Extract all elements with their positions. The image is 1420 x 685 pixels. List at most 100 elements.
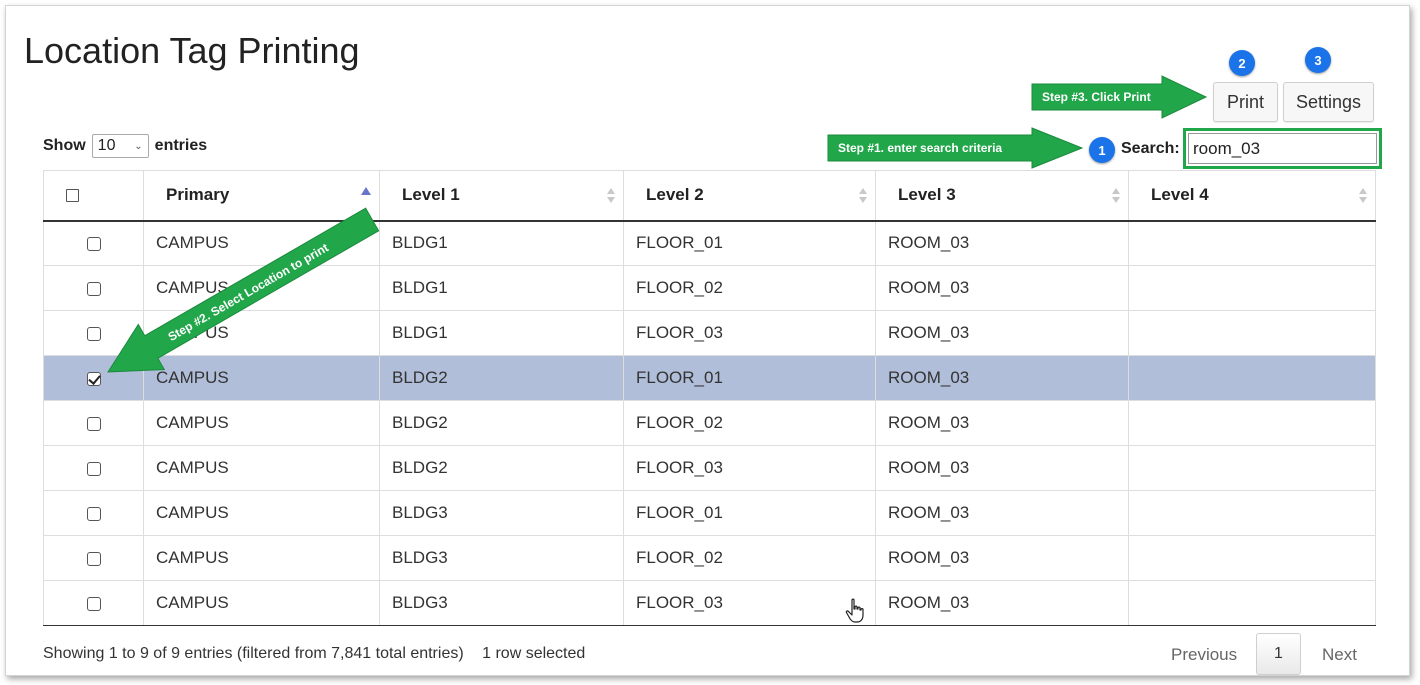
row-checkbox[interactable] [86, 506, 101, 521]
row-select-cell [43, 490, 144, 536]
step3-annotation-text: Step #3. Click Print [1042, 90, 1151, 104]
row-select-cell [43, 580, 144, 626]
row-checkbox[interactable] [86, 236, 101, 251]
cell-level-1: BLDG3 [379, 535, 624, 581]
cell-level-4 [1128, 490, 1376, 536]
cell-level-3: ROOM_03 [875, 265, 1129, 311]
cell-level-4 [1128, 310, 1376, 356]
row-checkbox[interactable] [86, 551, 101, 566]
step-badge-one: 1 [1089, 137, 1115, 163]
step1-annotation-text: Step #1. enter search criteria [838, 141, 1002, 155]
cell-level-1: BLDG2 [379, 355, 624, 401]
sort-both-icon [1112, 188, 1120, 204]
table-row[interactable]: CAMPUS BLDG3 FLOOR_03 ROOM_03 [43, 580, 1376, 626]
cell-primary: CAMPUS [143, 535, 380, 581]
settings-button[interactable]: Settings [1283, 82, 1374, 122]
sort-both-icon [1359, 188, 1367, 204]
cell-level-4 [1128, 355, 1376, 401]
column-header-level-1[interactable]: Level 1 [379, 170, 624, 222]
cell-primary: CAMPUS [143, 445, 380, 491]
row-select-cell [43, 535, 144, 581]
table-row[interactable]: CAMPUS BLDG3 FLOOR_01 ROOM_03 [43, 490, 1376, 536]
step1-annotation-arrow: Step #1. enter search criteria [827, 127, 1084, 169]
cell-level-4 [1128, 580, 1376, 626]
table-info: Showing 1 to 9 of 9 entries (filtered fr… [43, 645, 585, 663]
cell-level-1: BLDG3 [379, 490, 624, 536]
page-length-select[interactable]: 10 ⌄ [91, 134, 149, 158]
cell-level-4 [1128, 535, 1376, 581]
column-header-level-4[interactable]: Level 4 [1128, 170, 1376, 222]
cell-level-2: FLOOR_01 [623, 220, 876, 266]
pagination-page-1[interactable]: 1 [1256, 633, 1301, 675]
row-checkbox[interactable] [86, 326, 101, 341]
search-highlight-box [1183, 128, 1382, 169]
search-input[interactable] [1188, 133, 1377, 164]
cell-level-3: ROOM_03 [875, 355, 1129, 401]
page-title: Location Tag Printing [24, 30, 360, 71]
cell-level-2: FLOOR_02 [623, 400, 876, 446]
row-checkbox[interactable] [86, 596, 101, 611]
column-header-label: Level 2 [646, 185, 704, 205]
print-button[interactable]: Print [1213, 82, 1278, 122]
sort-both-icon [859, 188, 867, 204]
row-checkbox[interactable] [86, 461, 101, 476]
column-header-label: Primary [166, 185, 230, 205]
selected-count-text: 1 row selected [482, 645, 586, 662]
table-row[interactable]: CAMPUS BLDG2 FLOOR_03 ROOM_03 [43, 445, 1376, 491]
cell-level-2: FLOOR_02 [623, 535, 876, 581]
cell-level-1: BLDG2 [379, 400, 624, 446]
cell-level-3: ROOM_03 [875, 220, 1129, 266]
step-badge-two: 2 [1229, 50, 1255, 76]
row-checkbox[interactable] [86, 281, 101, 296]
cell-level-4 [1128, 400, 1376, 446]
step3-annotation-arrow: Step #3. Click Print [1031, 75, 1208, 119]
cell-primary: CAMPUS [143, 580, 380, 626]
cell-primary: CAMPUS [143, 400, 380, 446]
row-select-cell [43, 445, 144, 491]
table-row[interactable]: CAMPUS BLDG3 FLOOR_02 ROOM_03 [43, 535, 1376, 581]
sort-both-icon [607, 188, 615, 204]
cell-level-3: ROOM_03 [875, 535, 1129, 581]
pagination-previous[interactable]: Previous [1171, 645, 1237, 665]
select-all-checkbox[interactable] [66, 189, 79, 203]
hand-pointer-icon [845, 598, 864, 623]
cell-primary: CAMPUS [143, 490, 380, 536]
length-menu: Show 10 ⌄ entries [43, 134, 207, 158]
cell-level-2: FLOOR_01 [623, 355, 876, 401]
table-info-text: Showing 1 to 9 of 9 entries (filtered fr… [43, 645, 464, 662]
column-header-primary[interactable]: Primary [143, 170, 380, 222]
step-badge-three: 3 [1305, 47, 1331, 73]
step2-annotation-text: Step #2. Select Location to print [166, 240, 331, 343]
page-length-value: 10 [97, 137, 116, 154]
cell-level-1: BLDG1 [379, 265, 624, 311]
cell-level-2: FLOOR_03 [623, 580, 876, 626]
cell-level-4 [1128, 220, 1376, 266]
cell-level-2: FLOOR_03 [623, 445, 876, 491]
column-header-level-2[interactable]: Level 2 [623, 170, 876, 222]
cell-level-2: FLOOR_02 [623, 265, 876, 311]
column-header-label: Level 4 [1151, 185, 1209, 205]
cell-level-1: BLDG3 [379, 580, 624, 626]
select-all-header [43, 170, 144, 222]
length-menu-show-label: Show [43, 137, 86, 154]
cell-level-3: ROOM_03 [875, 310, 1129, 356]
column-header-label: Level 3 [898, 185, 956, 205]
column-header-level-3[interactable]: Level 3 [875, 170, 1129, 222]
row-select-cell [43, 400, 144, 446]
cell-level-3: ROOM_03 [875, 400, 1129, 446]
cell-level-3: ROOM_03 [875, 580, 1129, 626]
row-checkbox-checked[interactable] [86, 371, 101, 386]
cell-level-3: ROOM_03 [875, 445, 1129, 491]
cell-level-1: BLDG2 [379, 445, 624, 491]
row-checkbox[interactable] [86, 416, 101, 431]
cell-level-1: BLDG1 [379, 220, 624, 266]
table-row[interactable]: CAMPUS BLDG2 FLOOR_02 ROOM_03 [43, 400, 1376, 446]
sort-asc-icon [361, 187, 371, 195]
step2-annotation-arrow: Step #2. Select Location to print [107, 207, 380, 373]
cell-level-3: ROOM_03 [875, 490, 1129, 536]
table-header-row: Primary Level 1 Level 2 Level 3 Level 4 [43, 170, 1376, 222]
length-menu-entries-label: entries [154, 137, 208, 154]
column-header-label: Level 1 [402, 185, 460, 205]
chevron-down-icon: ⌄ [134, 140, 143, 152]
pagination-next[interactable]: Next [1322, 645, 1357, 665]
